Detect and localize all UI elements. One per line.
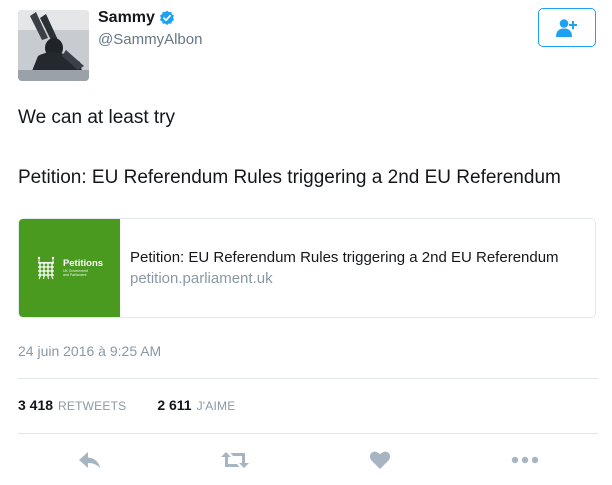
avatar[interactable] [18,10,89,81]
reply-icon [79,452,100,468]
card-body: Petition: EU Referendum Rules triggering… [120,219,559,317]
more-icon [511,456,539,464]
tweet-text-line-1: We can at least try [18,107,175,128]
add-user-icon [556,18,577,37]
retweets-stat[interactable]: 3 418 RETWEETS [18,397,126,415]
card-domain[interactable]: petition.parliament.uk [130,270,559,287]
card-title[interactable]: Petition: EU Referendum Rules triggering… [130,249,559,266]
portcullis-icon [37,256,55,280]
more-button[interactable] [508,448,542,472]
likes-stat[interactable]: 2 611 J'AIME [157,397,235,415]
tweet-text-line-2: Petition: EU Referendum Rules triggering… [18,167,561,188]
likes-count: 2 611 [157,397,192,413]
like-button[interactable] [363,448,397,472]
retweets-count: 3 418 [18,397,54,413]
verified-badge-icon [159,10,174,25]
retweet-button[interactable] [218,448,252,472]
retweet-icon [221,452,249,468]
retweets-label: RETWEETS [58,399,127,413]
card-image: Petitions UK Government and Parliament [19,219,120,317]
author-handle[interactable]: @SammyAlbon [98,31,202,48]
link-card[interactable]: Petitions UK Government and Parliament P… [18,218,596,318]
reply-button[interactable] [73,448,107,472]
divider [18,378,598,379]
petitions-logo: Petitions UK Government and Parliament [36,256,103,280]
likes-label: J'AIME [196,399,236,413]
avatar-photo [18,10,89,81]
author-name-row: Sammy [98,9,175,27]
logo-subtitle-2: and Parliament [62,272,87,277]
heart-icon [369,451,391,469]
divider [18,433,598,434]
tweet-stats: 3 418 RETWEETS 2 611 J'AIME [18,397,235,415]
follow-button[interactable] [538,8,596,47]
tweet-timestamp[interactable]: 24 juin 2016 à 9:25 AM [18,343,161,359]
display-name[interactable]: Sammy [98,9,155,27]
logo-title: Petitions [62,257,104,269]
